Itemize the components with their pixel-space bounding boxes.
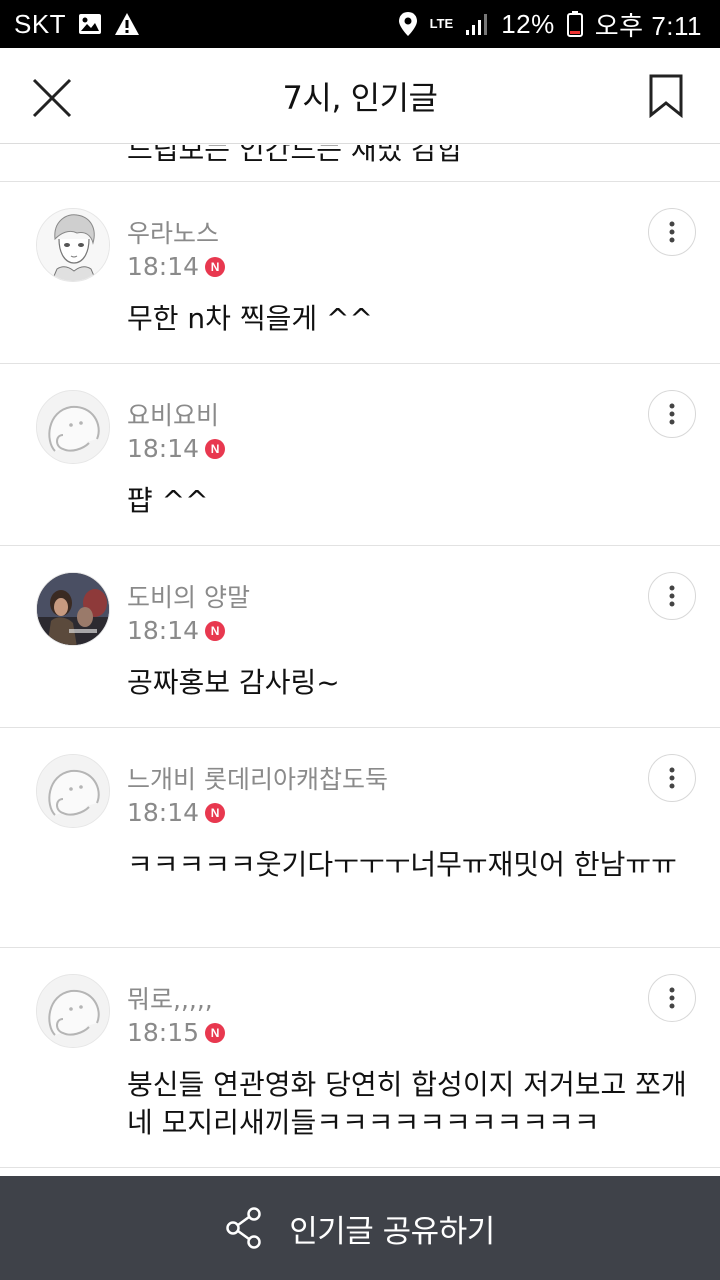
default-face-icon xyxy=(37,755,109,827)
status-right: LTE 12% 오후 7:11 xyxy=(398,6,702,43)
comment-body: 공짜홍보 감사링~ xyxy=(127,666,340,699)
comment-item: 느개비 롯데리아캐찹도둑 18:14 N ㅋㅋㅋㅋㅋ웃기다ㅜㅜㅜ너무ㅠ재밋어 한… xyxy=(0,728,720,948)
avatar[interactable] xyxy=(36,390,110,464)
comment-meta: 18:14 N xyxy=(127,252,226,281)
more-options-button[interactable] xyxy=(648,974,696,1022)
comment-author[interactable]: 요비요비 xyxy=(127,396,219,432)
avatar[interactable] xyxy=(36,572,110,646)
avatar[interactable] xyxy=(36,974,110,1048)
comment-author[interactable]: 우라노스 xyxy=(127,214,219,250)
comment-item: 도비의 양말 18:14 N 공짜홍보 감사링~ xyxy=(0,546,720,728)
comment-time: 18:14 xyxy=(127,434,200,463)
new-badge: N xyxy=(205,620,226,641)
more-vertical-icon xyxy=(669,585,675,607)
share-label: 인기글 공유하기 xyxy=(289,1213,495,1250)
comment-meta: 18:15 N xyxy=(127,1018,226,1047)
comment-time: 18:14 xyxy=(127,616,200,645)
avatar[interactable] xyxy=(36,754,110,828)
share-icon xyxy=(226,1207,261,1249)
battery-icon xyxy=(566,11,583,37)
bookmark-icon xyxy=(649,74,683,119)
comment-item: 요비요비 18:14 N 퍕 ^^ xyxy=(0,364,720,546)
status-left: SKT xyxy=(14,9,140,40)
lte-icon: LTE xyxy=(429,16,454,31)
bookmark-button[interactable] xyxy=(648,74,688,120)
comment-author[interactable]: 뭐로,,,,, xyxy=(127,980,213,1016)
more-options-button[interactable] xyxy=(648,754,696,802)
comment-item: 우라노스 18:14 N 무한 n차 찍을게 ^^ xyxy=(0,182,720,364)
comment-author[interactable]: 느개비 롯데리아캐찹도둑 xyxy=(127,760,388,796)
comment-body: 붕신들 연관영화 당연히 합성이지 저거보고 쪼개네 모지리새끼들ㅋㅋㅋㅋㅋㅋㅋ… xyxy=(127,1068,687,1139)
status-bar: SKT LTE 12% 오후 7:11 xyxy=(0,0,720,48)
new-badge: N xyxy=(205,438,226,459)
sketch-portrait-icon xyxy=(37,209,109,281)
more-vertical-icon xyxy=(669,403,675,425)
share-button[interactable]: 인기글 공유하기 xyxy=(0,1176,720,1280)
partial-comment: 드립보는 인간드는 재밌 감합 xyxy=(0,145,720,182)
comment-time: 18:14 xyxy=(127,252,200,281)
network-label: LTE xyxy=(429,16,454,31)
more-options-button[interactable] xyxy=(648,572,696,620)
default-face-icon xyxy=(37,391,109,463)
comment-item: 뭐로,,,,, 18:15 N 붕신들 연관영화 당연히 합성이지 저거보고 쪼… xyxy=(0,948,720,1168)
signal-icon xyxy=(465,12,489,36)
warning-icon xyxy=(114,12,140,36)
partial-comment-body: 드립보는 인간드는 재밌 감합 xyxy=(127,145,463,166)
carrier-label: SKT xyxy=(14,8,67,39)
default-face-icon xyxy=(37,975,109,1047)
more-vertical-icon xyxy=(669,221,675,243)
comment-feed[interactable]: 드립보는 인간드는 재밌 감합 우라노스 18:14 N 무한 n차 찍을게 ^… xyxy=(0,145,720,1176)
comment-body: 무한 n차 찍을게 ^^ xyxy=(127,302,373,335)
comment-author[interactable]: 도비의 양말 xyxy=(127,578,250,614)
page-title: 7시, 인기글 xyxy=(282,78,438,117)
comment-meta: 18:14 N xyxy=(127,434,226,463)
more-vertical-icon xyxy=(669,987,675,1009)
comment-time: 18:14 xyxy=(127,798,200,827)
comment-body: 퍕 ^^ xyxy=(127,484,209,517)
app-header: 7시, 인기글 xyxy=(0,48,720,144)
close-button[interactable] xyxy=(30,76,74,120)
new-badge: N xyxy=(205,802,226,823)
comment-meta: 18:14 N xyxy=(127,616,226,645)
new-badge: N xyxy=(205,256,226,277)
close-icon xyxy=(32,78,72,118)
new-badge: N xyxy=(205,1022,226,1043)
comment-body: ㅋㅋㅋㅋㅋ웃기다ㅜㅜㅜ너무ㅠ재밋어 한남ㅠㅠ xyxy=(127,848,677,881)
comment-time: 18:15 xyxy=(127,1018,200,1047)
comment-meta: 18:14 N xyxy=(127,798,226,827)
avatar[interactable] xyxy=(36,208,110,282)
image-icon xyxy=(78,13,102,35)
more-options-button[interactable] xyxy=(648,208,696,256)
battery-percent: 12% xyxy=(501,8,555,39)
location-icon xyxy=(398,11,418,37)
clock: 오후 7:11 xyxy=(594,10,702,41)
photo-avatar-icon xyxy=(37,573,109,645)
more-options-button[interactable] xyxy=(648,390,696,438)
more-vertical-icon xyxy=(669,767,675,789)
